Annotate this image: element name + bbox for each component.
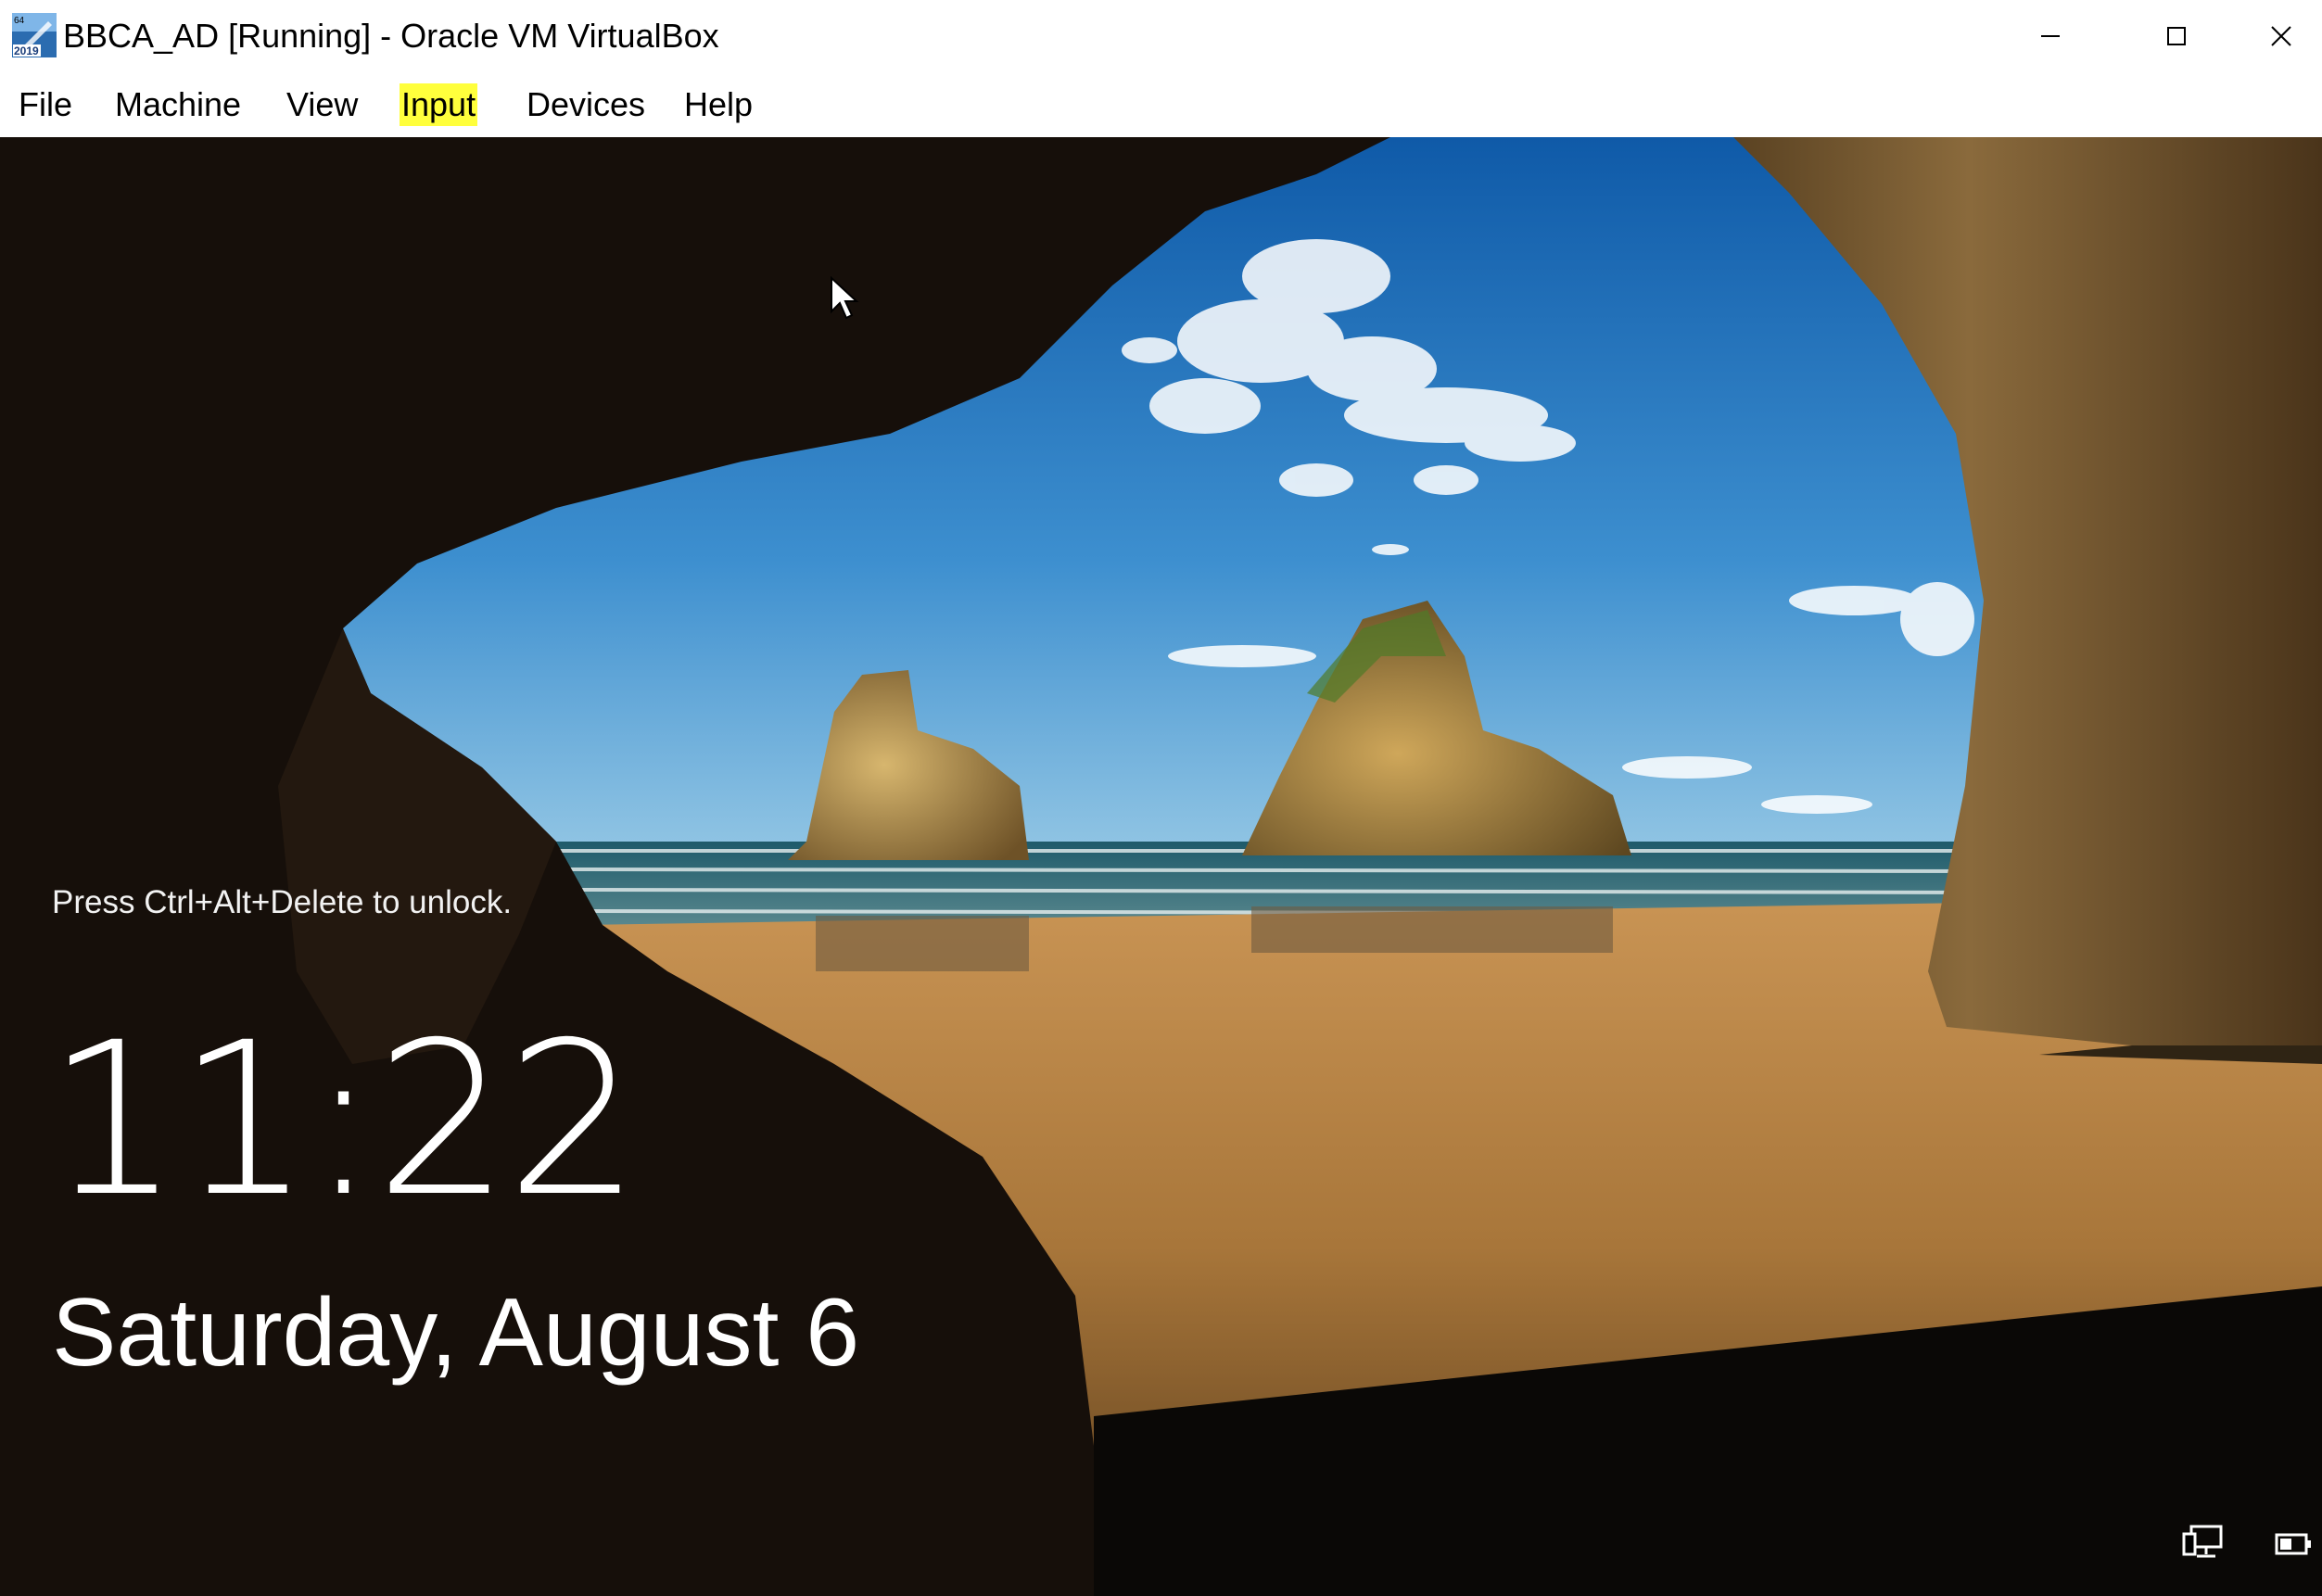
battery-icon[interactable] xyxy=(2275,1533,2312,1555)
lockscreen-date: Saturday, August 6 xyxy=(52,1279,860,1387)
mouse-cursor-icon xyxy=(831,276,859,320)
close-icon xyxy=(2271,26,2291,46)
svg-text:64: 64 xyxy=(14,16,25,26)
minimize-button[interactable] xyxy=(1987,0,2113,72)
lockscreen-time: 11:22 xyxy=(46,996,641,1243)
title-bar[interactable]: 64 2019 BBCA_AD [Running] - Oracle VM Vi… xyxy=(0,0,2322,72)
close-button[interactable] xyxy=(2240,0,2322,72)
minimize-icon xyxy=(2041,35,2060,37)
menu-help[interactable]: Help xyxy=(682,83,755,126)
network-icon[interactable] xyxy=(2182,1525,2223,1562)
menu-bar: File Machine View Input Devices Help xyxy=(0,72,2322,137)
menu-file[interactable]: File xyxy=(17,83,74,126)
maximize-icon xyxy=(2167,27,2186,45)
menu-input[interactable]: Input xyxy=(400,83,478,126)
virtualbox-vm-icon: 64 2019 xyxy=(11,12,57,58)
vm-display[interactable]: Press Ctrl+Alt+Delete to unlock. 11:22 S… xyxy=(0,137,2322,1596)
unlock-hint: Press Ctrl+Alt+Delete to unlock. xyxy=(52,884,513,920)
maximize-button[interactable] xyxy=(2113,0,2240,72)
menu-devices[interactable]: Devices xyxy=(525,83,647,126)
window-title: BBCA_AD [Running] - Oracle VM VirtualBox xyxy=(63,17,719,55)
svg-text:2019: 2019 xyxy=(14,44,39,57)
menu-view[interactable]: View xyxy=(285,83,360,126)
menu-machine[interactable]: Machine xyxy=(113,83,243,126)
